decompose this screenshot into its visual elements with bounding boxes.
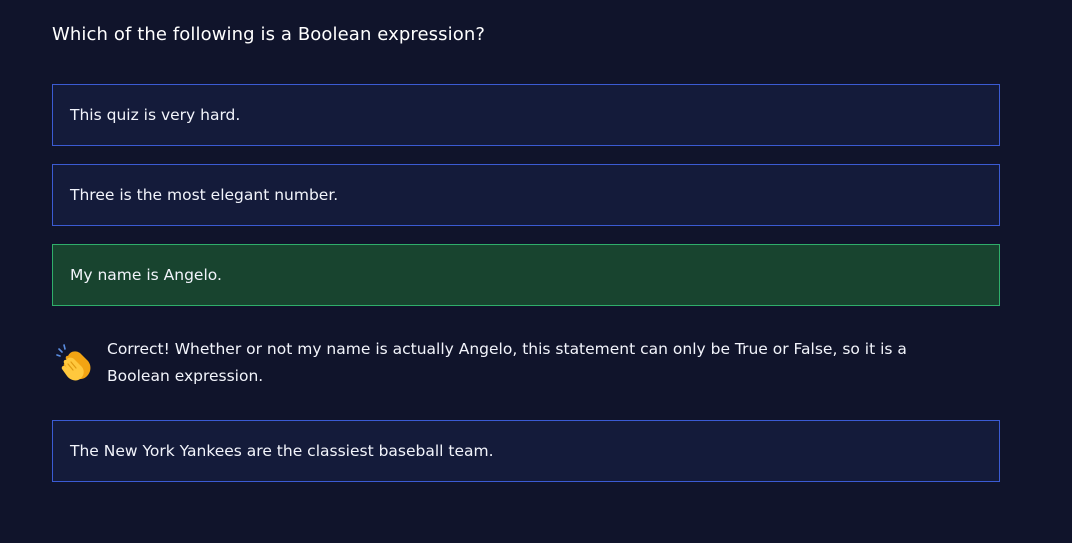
feedback-text: Correct! Whether or not my name is actua… [107,340,907,385]
answer-option-1[interactable]: This quiz is very hard. [52,84,1000,146]
clapping-hands-icon [56,344,91,381]
answer-option-label: The New York Yankees are the classiest b… [70,442,494,460]
answer-feedback: Correct! Whether or not my name is actua… [56,336,916,390]
answer-option-label: This quiz is very hard. [70,106,241,124]
answer-option-2[interactable]: Three is the most elegant number. [52,164,1000,226]
answer-option-4[interactable]: The New York Yankees are the classiest b… [52,420,1000,482]
answer-option-label: Three is the most elegant number. [70,186,339,204]
question-title: Which of the following is a Boolean expr… [52,24,486,45]
answer-option-3-correct[interactable]: My name is Angelo. [52,244,1000,306]
answer-option-label: My name is Angelo. [70,266,222,284]
